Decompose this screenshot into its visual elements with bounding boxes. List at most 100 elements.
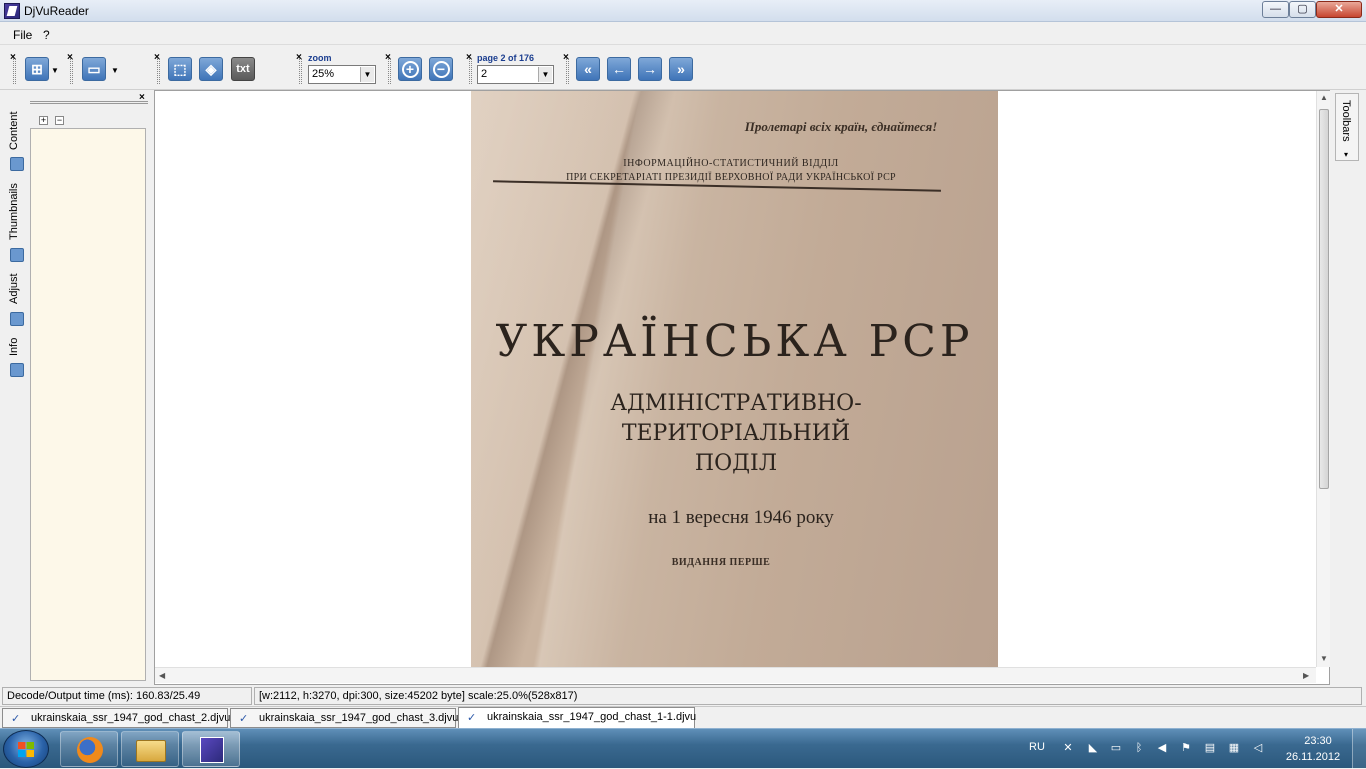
- chevron-down-icon[interactable]: ▼: [538, 67, 552, 82]
- page-edition: ВИДАННЯ ПЕРШЕ: [671, 557, 771, 568]
- doc-tab-2[interactable]: ✓ ukrainskaia_ssr_1947_god_chast_3.djvu: [230, 708, 459, 728]
- doc-tab-3[interactable]: ✓ ukrainskaia_ssr_1947_god_chast_1-1.djv…: [458, 707, 697, 729]
- horizontal-scrollbar[interactable]: ◀ ▶: [155, 667, 1316, 683]
- page-title: УКРАЇНСЬКА РСР: [495, 316, 974, 367]
- taskbar-explorer[interactable]: [121, 731, 179, 767]
- title-bar: DjVuReader — ▢ ✕: [0, 0, 1366, 22]
- status-page-info: [w:2112, h:3270, dpi:300, size:45202 byt…: [254, 687, 1362, 705]
- toolbar-grip[interactable]: [70, 58, 73, 84]
- djvureader-icon: [200, 737, 224, 763]
- info-icon[interactable]: [10, 363, 24, 377]
- doc-tab-label: ukrainskaia_ssr_1947_god_chast_3.djvu: [259, 712, 459, 724]
- panel-header: + −: [30, 101, 148, 127]
- single-page-button[interactable]: ▭: [82, 57, 106, 81]
- toolbar-grip[interactable]: [566, 58, 569, 84]
- page-value: 2: [481, 68, 488, 80]
- volume-icon[interactable]: ◁: [1252, 742, 1264, 754]
- menu-file[interactable]: File: [13, 28, 32, 42]
- first-page-button[interactable]: «: [576, 57, 600, 81]
- scroll-left-icon[interactable]: ◀: [159, 671, 165, 680]
- check-icon: ✓: [239, 713, 249, 725]
- next-page-button[interactable]: →: [638, 57, 662, 81]
- thumbnails-icon[interactable]: [10, 248, 24, 262]
- toolbar-grip[interactable]: [469, 58, 472, 84]
- page-subtitle-line-2: ТЕРИТОРІАЛЬНИЙ: [621, 421, 851, 446]
- monitor-icon[interactable]: ▭: [1110, 742, 1122, 754]
- language-indicator[interactable]: RU: [1029, 741, 1045, 753]
- toolbar-grip[interactable]: [388, 58, 391, 84]
- toolbar-grip[interactable]: [157, 58, 160, 84]
- toolbars-tab-label: Toolbars: [1340, 100, 1352, 142]
- page-count-label: page 2 of 176: [477, 53, 535, 63]
- tab-info[interactable]: Info: [8, 335, 28, 359]
- tab-content[interactable]: Content: [8, 111, 28, 151]
- toolbars-tab[interactable]: Toolbars ▾: [1335, 93, 1359, 161]
- tab-adjust[interactable]: Adjust: [8, 271, 28, 307]
- scroll-up-icon[interactable]: ▲: [1320, 93, 1328, 102]
- zoom-in-icon: +: [401, 61, 419, 78]
- zoom-out-button[interactable]: −: [429, 57, 453, 81]
- zoom-select[interactable]: 25% ▼: [308, 65, 376, 84]
- network-warning-icon[interactable]: ✕: [1062, 742, 1074, 754]
- doc-tab-label: ukrainskaia_ssr_1947_god_chast_2.djvu: [31, 712, 231, 724]
- clock-time[interactable]: 23:30: [1296, 735, 1340, 747]
- zoom-value: 25%: [312, 68, 335, 80]
- minimize-button[interactable]: —: [1262, 1, 1289, 18]
- page-subtitle-line-1: АДМІНІСТРАТИВНО-: [610, 391, 862, 416]
- doc-tab-label: ukrainskaia_ssr_1947_god_chast_1-1.djvu: [487, 711, 697, 723]
- zoom-label: zoom: [308, 53, 332, 63]
- device-icon[interactable]: ▤: [1204, 742, 1216, 754]
- chevron-down-icon[interactable]: ▼: [111, 66, 119, 75]
- speaker-icon[interactable]: ◀: [1156, 742, 1168, 754]
- status-bar: Decode/Output time (ms): 160.83/25.49 [w…: [0, 686, 1366, 706]
- content-tree[interactable]: [30, 128, 146, 681]
- menu-help[interactable]: ?: [43, 28, 50, 42]
- document-page[interactable]: Пролетарі всіх країн, єднайтеся! ІНФОРМА…: [471, 91, 998, 667]
- maximize-button[interactable]: ▢: [1289, 1, 1316, 18]
- image-mode-button[interactable]: ◈: [199, 57, 223, 81]
- page-subtitle-line-3: ПОДІЛ: [694, 451, 778, 476]
- page-select[interactable]: 2 ▼: [477, 65, 554, 84]
- scroll-down-icon[interactable]: ▼: [1320, 654, 1328, 663]
- content-panel: × + −: [30, 92, 148, 685]
- collapse-all-button[interactable]: −: [55, 116, 64, 125]
- toolbar-grip[interactable]: [299, 58, 302, 84]
- firefox-icon: [77, 737, 103, 763]
- wrench-icon[interactable]: [10, 312, 24, 326]
- status-decode-time: Decode/Output time (ms): 160.83/25.49: [2, 687, 252, 705]
- action-center-flag-icon[interactable]: ⚑: [1180, 742, 1192, 754]
- select-area-button[interactable]: ⬚: [168, 57, 192, 81]
- text-mode-button[interactable]: txt: [231, 57, 255, 81]
- start-button[interactable]: [3, 730, 49, 768]
- window-title: DjVuReader: [24, 4, 89, 18]
- previous-page-button[interactable]: ←: [607, 57, 631, 81]
- page-layout-button[interactable]: ⊞: [25, 57, 49, 81]
- vertical-scroll-thumb[interactable]: [1319, 109, 1329, 489]
- page-department-line-1: ІНФОРМАЦІЙНО-СТАТИСТИЧНИЙ ВІДДІЛ: [623, 158, 839, 169]
- doc-tab-1[interactable]: ✓ ukrainskaia_ssr_1947_god_chast_2.djvu: [2, 708, 231, 728]
- chevron-down-icon[interactable]: ▼: [360, 67, 374, 82]
- check-icon: ✓: [467, 712, 477, 724]
- document-tabs: ✓ ukrainskaia_ssr_1947_god_chast_2.djvu …: [0, 706, 1366, 729]
- djvureader-app-icon: [4, 3, 20, 19]
- taskbar: RU ✕ ◣ ▭ ᛒ ◀ ⚑ ▤ ▦ ◁ 23:30 26.11.2012: [0, 728, 1366, 769]
- vertical-scrollbar[interactable]: ▲ ▼: [1316, 91, 1330, 667]
- tab-thumbnails[interactable]: Thumbnails: [8, 181, 28, 243]
- show-desktop-button[interactable]: [1352, 729, 1366, 769]
- chevron-down-icon: ▾: [1344, 150, 1349, 159]
- bluetooth-icon[interactable]: ᛒ: [1133, 742, 1145, 754]
- nvidia-icon[interactable]: ◣: [1087, 742, 1099, 754]
- toolbar-grip[interactable]: [13, 58, 16, 84]
- content-icon[interactable]: [10, 157, 24, 171]
- clock-date[interactable]: 26.11.2012: [1282, 751, 1344, 763]
- network-icon[interactable]: ▦: [1228, 742, 1240, 754]
- chevron-down-icon[interactable]: ▼: [51, 66, 59, 75]
- close-window-button[interactable]: ✕: [1316, 1, 1362, 18]
- zoom-in-button[interactable]: +: [398, 57, 422, 81]
- taskbar-djvureader[interactable]: [182, 731, 240, 767]
- expand-all-button[interactable]: +: [39, 116, 48, 125]
- zoom-out-icon: −: [432, 61, 450, 78]
- scroll-right-icon[interactable]: ▶: [1303, 671, 1309, 680]
- taskbar-firefox[interactable]: [60, 731, 118, 767]
- last-page-button[interactable]: »: [669, 57, 693, 81]
